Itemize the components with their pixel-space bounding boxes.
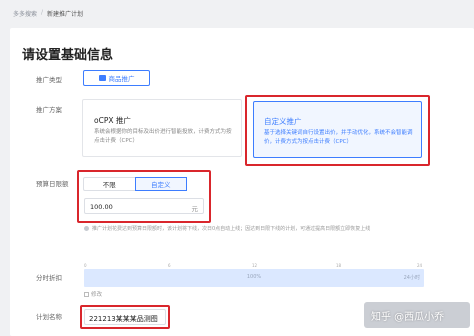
breadcrumb-separator: /: [41, 9, 44, 16]
breadcrumb: 多多搜索 / 新建推广计划: [13, 9, 83, 18]
timebar-tick: 18: [336, 263, 342, 268]
promo-plan-label: 推广方案: [36, 106, 62, 114]
time-slot-bar[interactable]: 100% 24小时: [84, 269, 424, 287]
budget-unit: 元: [191, 205, 199, 213]
breadcrumb-current: 新建推广计划: [47, 11, 84, 18]
plan-card-custom[interactable]: 自定义推广 基于选择关键词自行设置出价，并手动优化，系统不会智能调价，计费方式为…: [253, 101, 422, 158]
time-slot-label: 分时折扣: [36, 274, 62, 282]
budget-label: 预算日限额: [36, 180, 69, 188]
plan-card-desc: 基于选择关键词自行设置出价，并手动优化，系统不会智能调价，计费方式为按点击计费（…: [264, 130, 413, 145]
top-bar: 多多搜索 / 新建推广计划: [0, 0, 474, 24]
budget-custom-option[interactable]: 自定义: [134, 177, 187, 191]
shop-icon: [98, 75, 106, 81]
edit-checkbox-icon: [84, 291, 89, 297]
timebar-tick: 24: [417, 263, 423, 268]
timebar-tick: 0: [84, 263, 87, 268]
budget-input[interactable]: 100.00 元: [84, 198, 204, 214]
info-icon: [84, 226, 89, 231]
promo-type-option[interactable]: 商品推广: [83, 70, 150, 86]
plan-card-desc: 系统会根据你的目标及出价进行智能投放，计费方式为按点击计费（CPC）: [94, 129, 232, 144]
time-slot-percent: 100%: [246, 274, 262, 280]
promo-type-value: 商品推广: [108, 75, 135, 83]
plan-name-label: 计划名称: [36, 313, 62, 321]
time-slot-range: 24小时: [403, 275, 420, 281]
edit-label: 修改: [91, 292, 103, 298]
plan-card-title: oCPX 推广: [94, 116, 131, 125]
budget-hint: 推广计划花费达到预算日限额时，该计划将下线，次日0点自动上线；因达到日限下线的计…: [92, 226, 371, 232]
plan-card-title: 自定义推广: [264, 117, 302, 126]
plan-card-ocpx[interactable]: oCPX 推广 系统会根据你的目标及出价进行智能投放，计费方式为按点击计费（CP…: [82, 99, 242, 157]
promo-type-label: 推广类型: [36, 76, 62, 84]
budget-value: 100.00: [90, 203, 113, 211]
page-title: 请设置基础信息: [22, 48, 114, 63]
time-slot-edit[interactable]: 修改: [84, 290, 102, 298]
breadcrumb-root[interactable]: 多多搜索: [13, 9, 37, 18]
budget-unlimited-option[interactable]: 不限: [84, 178, 135, 190]
plan-name-input[interactable]: 221213某某某品测图: [84, 309, 166, 325]
budget-segmented-control: 不限 自定义: [83, 177, 187, 191]
timebar-tick: 6: [168, 263, 171, 268]
watermark: 知乎 @西瓜小乔: [371, 312, 445, 323]
timebar-tick: 12: [252, 263, 258, 268]
plan-name-value: 221213某某某品测图: [89, 315, 158, 323]
